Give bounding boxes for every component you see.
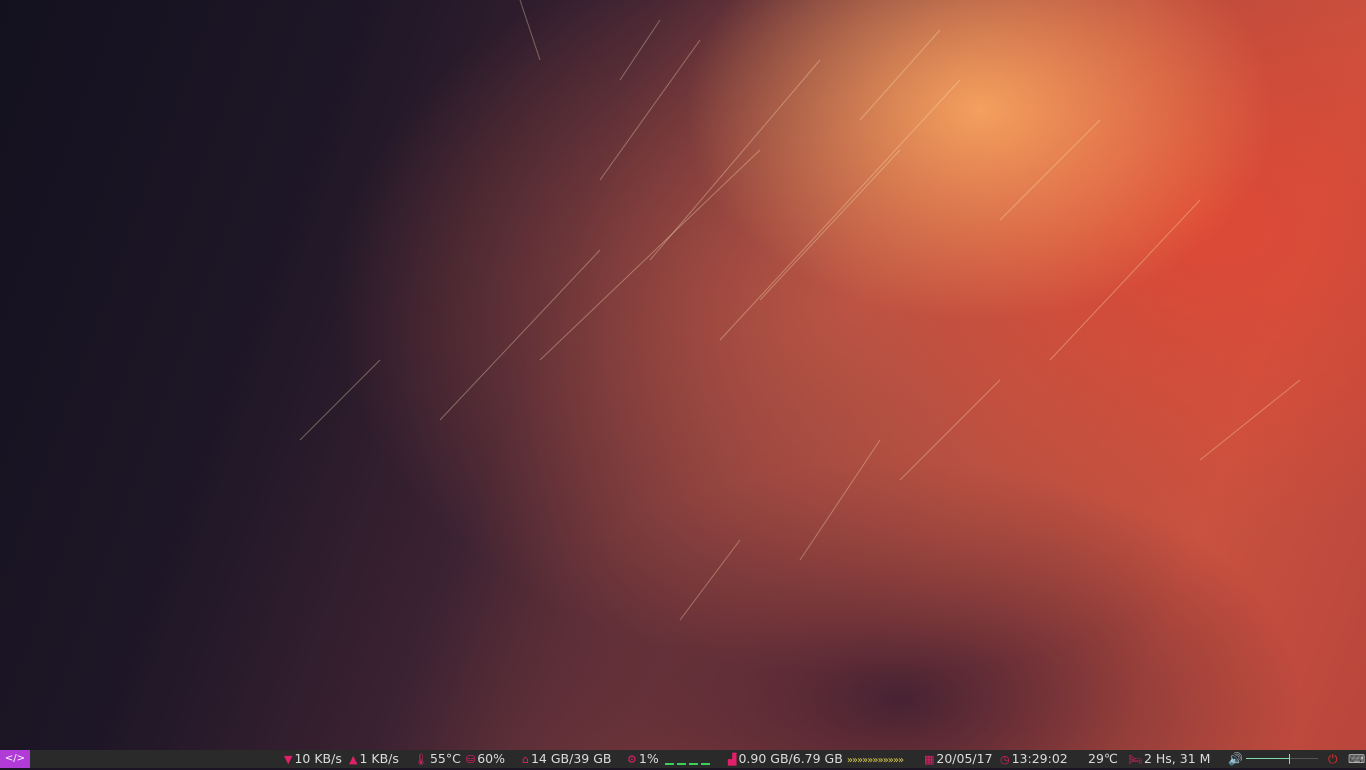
- wallpaper-scratches: [299, 0, 1301, 621]
- memory-value: 0.90 GB/6.79 GB: [738, 751, 843, 766]
- chart-icon: ▟: [728, 753, 737, 766]
- cpu-temp-value: 55°C: [429, 751, 461, 766]
- cpu-widget: ⚙ 1%: [627, 750, 713, 768]
- weather-widget: 29℃: [1088, 750, 1118, 768]
- up-arrow-icon: ▲: [349, 753, 358, 766]
- speaker-icon[interactable]: 🔊: [1228, 752, 1243, 766]
- cpu-load-value: 1%: [638, 751, 659, 766]
- date-value: 20/05/17: [936, 751, 993, 766]
- volume-widget[interactable]: 🔊: [1228, 750, 1243, 768]
- disk-value: 14 GB/39 GB: [530, 751, 612, 766]
- volume-track: [1289, 758, 1318, 759]
- net-up-widget: ▲ 1 KB/s: [349, 750, 399, 768]
- battery-widget: ⛁ 60%: [466, 750, 505, 768]
- menu-button[interactable]: </>: [0, 750, 30, 768]
- net-down-widget: ▼ 10 KB/s: [284, 750, 342, 768]
- keyboard-icon[interactable]: ⌨: [1348, 750, 1365, 768]
- cpu-temp-widget: 🌡 55°C: [414, 750, 461, 768]
- cpu-graph-bar: [664, 763, 674, 765]
- volume-knob[interactable]: [1289, 754, 1290, 764]
- down-arrow-icon: ▼: [284, 753, 293, 766]
- status-panel: </> ▼ 10 KB/s ▲ 1 KB/s 🌡 55°C ⛁ 60% ⌂ 14 GB/3…: [0, 750, 1366, 768]
- cpu-graph: [663, 750, 713, 768]
- thermometer-icon: 🌡: [414, 753, 428, 766]
- uptime-value: 2 Hs, 31 M: [1143, 751, 1211, 766]
- date-widget[interactable]: ▦ 20/05/17: [924, 750, 993, 768]
- power-icon[interactable]: ⏻: [1328, 750, 1338, 768]
- memory-widget: ▟ 0.90 GB/6.79 GB »»»»»»»»»»»: [728, 750, 904, 768]
- weather-value: 29℃: [1088, 751, 1118, 766]
- net-down-value: 10 KB/s: [294, 751, 342, 766]
- volume-fill: [1246, 758, 1289, 759]
- clock-widget[interactable]: ◷ 13:29:02: [1000, 750, 1068, 768]
- disk-widget: ⌂ 14 GB/39 GB: [522, 750, 611, 768]
- home-icon: ⌂: [522, 753, 529, 766]
- calendar-icon: ▦: [924, 753, 935, 766]
- hdd-icon: ⛁: [466, 753, 476, 766]
- cpu-graph-bar: [676, 763, 686, 765]
- uptime-widget: 🛏 2 Hs, 31 M: [1128, 750, 1210, 768]
- net-up-value: 1 KB/s: [359, 751, 399, 766]
- cogs-icon: ⚙: [627, 753, 637, 766]
- bed-icon: 🛏: [1128, 753, 1142, 766]
- memory-bar: »»»»»»»»»»»: [846, 755, 904, 766]
- cpu-graph-bar: [688, 763, 698, 765]
- volume-slider[interactable]: [1246, 750, 1318, 768]
- cpu-graph-bar: [700, 763, 710, 765]
- clock-icon: ◷: [1000, 753, 1010, 766]
- battery-value: 60%: [477, 751, 506, 766]
- time-value: 13:29:02: [1011, 751, 1068, 766]
